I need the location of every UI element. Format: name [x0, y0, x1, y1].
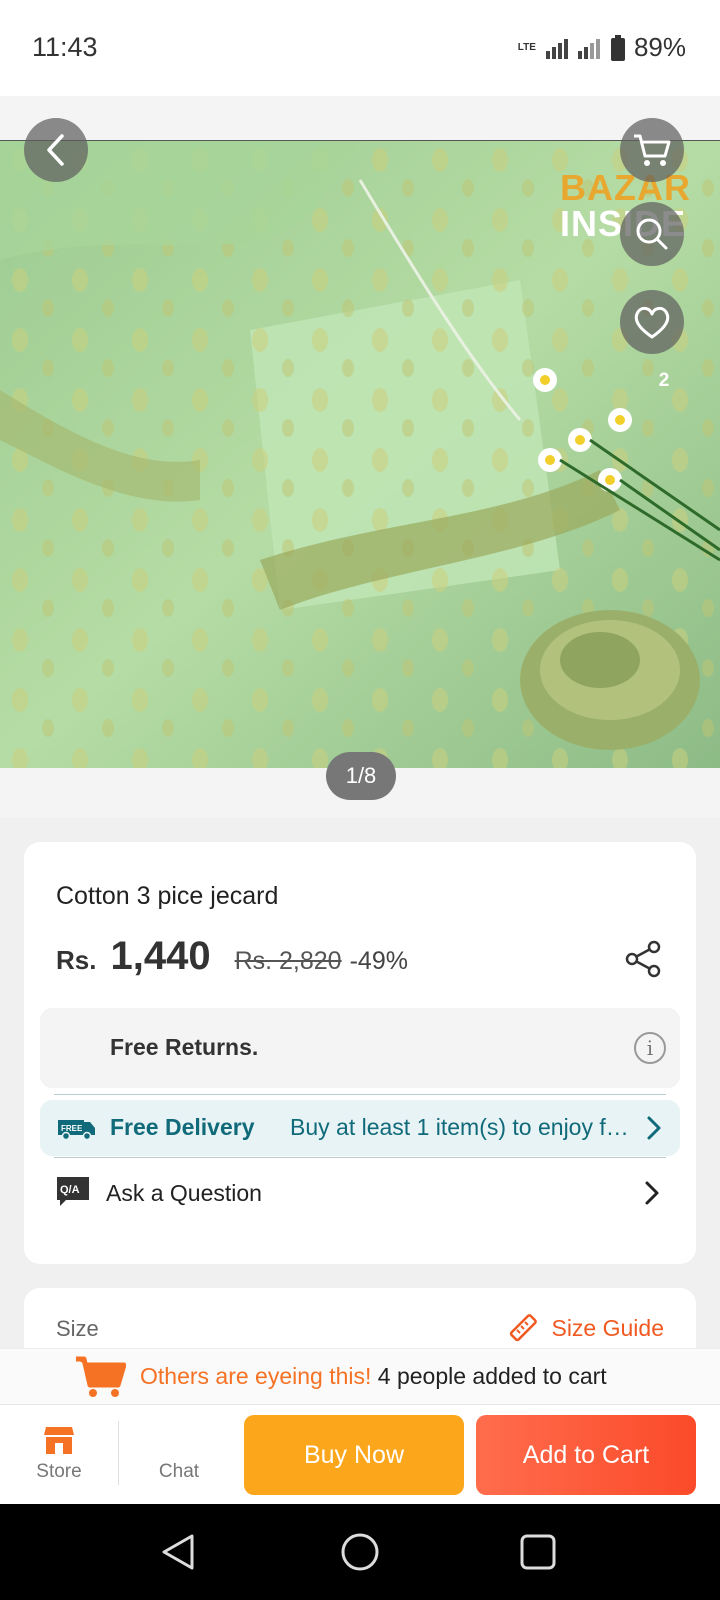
status-time: 11:43: [32, 32, 98, 62]
free-delivery-row[interactable]: FREE Free Delivery Buy at least 1 item(s…: [40, 1094, 680, 1158]
share-icon[interactable]: [624, 940, 662, 978]
system-navigation-bar: [0, 1504, 720, 1600]
gallery-divider: [0, 140, 720, 141]
recents-nav-icon[interactable]: [520, 1534, 556, 1570]
free-returns-row[interactable]: Free Returns. i: [40, 1008, 680, 1088]
free-returns-label: Free Returns.: [110, 1034, 259, 1060]
social-proof-text: Others are eyeing this! 4 people added t…: [140, 1363, 607, 1390]
cart-icon: [76, 1356, 126, 1397]
delivery-bottom-line: [54, 1157, 666, 1158]
info-icon[interactable]: i: [634, 1032, 666, 1064]
product-info-card: Cotton 3 pice jecard Rs. 1,440 Rs. 2,820…: [24, 842, 696, 1264]
search-icon: [636, 218, 668, 250]
size-guide-label: Size Guide: [551, 1314, 664, 1341]
free-delivery-truck-icon: FREE: [58, 1120, 95, 1140]
cart-button[interactable]: [620, 118, 684, 182]
product-price: 1,440: [110, 934, 211, 978]
image-pager: 1/8: [326, 752, 396, 800]
discount-badge: -49%: [349, 947, 408, 975]
chevron-left-icon: [47, 134, 64, 166]
price-row: Rs. 1,440 Rs. 2,820 -49%: [56, 934, 408, 979]
wishlist-count: 2: [658, 370, 670, 391]
price-currency: Rs.: [56, 945, 97, 975]
battery-level: 89%: [633, 32, 686, 62]
battery-icon: [610, 34, 625, 61]
search-button[interactable]: [620, 202, 684, 266]
product-gallery[interactable]: BAZAR INSIDE 2 1/8: [0, 96, 720, 818]
qa-icon: Q/A: [57, 1177, 89, 1206]
status-indicators: LTE 89%: [518, 32, 686, 63]
free-delivery-text: Buy at least 1 item(s) to enjoy free del…: [290, 1114, 630, 1140]
social-proof-highlight: Others are eyeing this!: [140, 1363, 372, 1389]
cart-icon: [634, 134, 671, 166]
ruler-icon: [510, 1314, 538, 1342]
home-nav-icon[interactable]: [340, 1532, 380, 1572]
svg-text:Q/A: Q/A: [60, 1184, 80, 1196]
network-type: LTE: [517, 41, 536, 53]
free-delivery-title: Free Delivery: [110, 1114, 255, 1140]
store-icon: [44, 1427, 74, 1454]
add-to-cart-button[interactable]: Add to Cart: [476, 1415, 696, 1495]
chat-label: Chat: [158, 1461, 200, 1482]
size-guide-link[interactable]: Size Guide: [507, 1312, 664, 1344]
ask-question-row[interactable]: Q/A Ask a Question: [40, 1164, 680, 1228]
back-nav-icon[interactable]: [160, 1532, 196, 1572]
svg-text:FREE: FREE: [61, 1124, 83, 1133]
delivery-top-line: [54, 1094, 666, 1095]
nav-divider: [118, 1421, 119, 1485]
bottom-action-bar: Store Chat Buy Now Add to Cart: [0, 1404, 720, 1504]
chat-button[interactable]: Chat: [144, 1425, 214, 1483]
original-price: Rs. 2,820: [234, 947, 342, 975]
back-button[interactable]: [24, 118, 88, 182]
heart-icon: [634, 306, 670, 339]
store-label: Store: [36, 1461, 82, 1482]
size-label: Size: [56, 1316, 99, 1341]
social-proof-count: 4 people added to cart: [377, 1363, 607, 1389]
product-title: Cotton 3 pice jecard: [56, 882, 279, 910]
signal-icon: [545, 38, 568, 59]
signal-2-icon: [577, 38, 600, 59]
social-proof-banner: Others are eyeing this! 4 people added t…: [0, 1348, 720, 1404]
wishlist-button[interactable]: [620, 290, 684, 354]
buy-now-button[interactable]: Buy Now: [244, 1415, 464, 1495]
store-button[interactable]: Store: [24, 1425, 94, 1483]
chevron-right-icon: [647, 1116, 661, 1140]
chevron-right-icon: [645, 1181, 659, 1205]
status-bar: 11:43 LTE 89%: [0, 0, 720, 96]
ask-question-label: Ask a Question: [106, 1180, 262, 1206]
